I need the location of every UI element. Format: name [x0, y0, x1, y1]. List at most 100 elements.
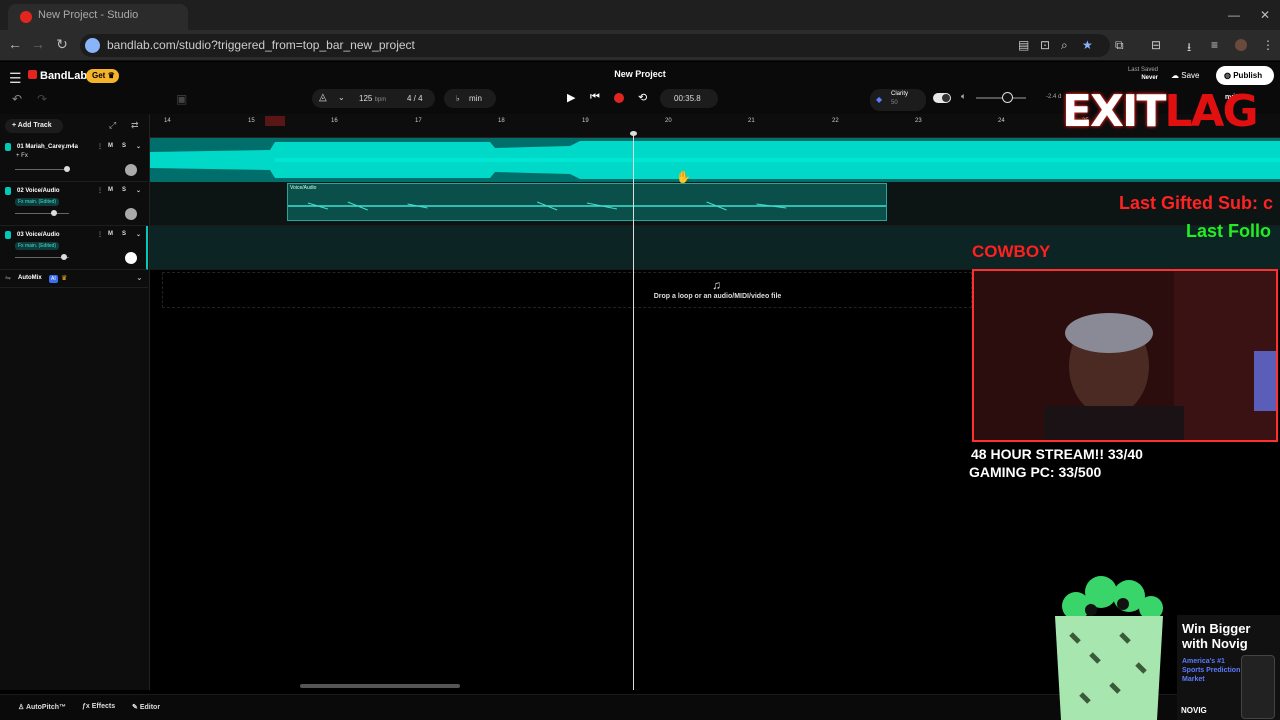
master-volume-slider[interactable]	[976, 97, 1026, 99]
chevron-down-icon[interactable]: ⌄	[136, 273, 143, 282]
bandlab-logo[interactable]: BandLab	[28, 70, 87, 82]
track-header-3[interactable]: 03 Voice/Audio ⋮ M S ⌄ Fx main. (Edited)	[0, 226, 148, 270]
media-icon[interactable]: ≡	[1211, 38, 1218, 52]
profile-avatar[interactable]	[1235, 39, 1247, 51]
install-app-icon[interactable]: ⊡	[1040, 38, 1050, 52]
mic-icon	[5, 231, 11, 239]
fader-handle[interactable]	[51, 210, 57, 216]
project-title[interactable]: New Project	[560, 69, 720, 79]
speaker-icon[interactable]: 🔈︎	[961, 91, 966, 102]
cloud-icon: ☁	[1171, 71, 1179, 80]
music-note-icon: ♫	[712, 278, 721, 292]
browser-tab[interactable]: New Project - Studio	[8, 4, 188, 30]
add-track-button[interactable]: + Add Track	[5, 119, 63, 133]
clarity-toggle[interactable]	[933, 93, 951, 103]
autopitch-button[interactable]: ♙ AutoPitch™	[18, 703, 66, 711]
last-saved-status: Last Saved Never	[1127, 67, 1158, 81]
playhead[interactable]	[633, 133, 634, 690]
skip-to-start-icon[interactable]: ⏮	[590, 91, 600, 104]
globe-icon: ◍	[1224, 71, 1231, 80]
extensions-icon[interactable]: ⧉	[1115, 38, 1124, 53]
undo-icon[interactable]: ↶	[12, 92, 22, 106]
back-icon[interactable]: ←	[6, 36, 24, 52]
reload-icon[interactable]: ↻	[53, 36, 71, 53]
solo-button[interactable]: S	[122, 187, 126, 193]
loop-icon[interactable]: ⟲	[638, 91, 647, 104]
track-lane-3[interactable]	[150, 226, 1280, 270]
track-volume-fader[interactable]	[15, 169, 69, 170]
audio-clip-mariah-carey[interactable]	[150, 138, 1280, 182]
pencil-icon: ✎	[132, 704, 138, 711]
wand-icon[interactable]: ⤢	[109, 120, 116, 131]
automix-row[interactable]: ⇋ AutoMix AI ♛ ⌄	[0, 270, 148, 288]
drop-zone-text: Drop a loop or an audio/MIDI/video file	[653, 293, 782, 300]
redo-icon[interactable]: ↷	[37, 92, 47, 106]
solo-button[interactable]: S	[122, 143, 126, 149]
track-header-2[interactable]: 02 Voice/Audio ⋮ M S ⌄ Fx main. (Edited)	[0, 182, 148, 226]
close-window-icon[interactable]: ✕	[1260, 8, 1270, 22]
tempo-controls: ◬ ⌄ 125 bpm 4 / 4	[312, 89, 435, 108]
get-membership-button[interactable]: Get ♛	[86, 69, 119, 83]
novig-ad[interactable]: Win Bigger with Novig America's #1 Sports…	[1177, 615, 1280, 720]
tab-search-icon[interactable]: ⊟	[1151, 38, 1161, 52]
bpm-value[interactable]: 125 bpm	[359, 94, 386, 103]
publish-button[interactable]: ◍ Publish	[1216, 66, 1274, 85]
track-volume-fader[interactable]	[15, 213, 69, 214]
audio-clip-voice[interactable]: Voice/Audio	[287, 183, 887, 221]
grab-cursor-icon: ✋	[676, 170, 691, 184]
mute-button[interactable]: M	[108, 187, 113, 193]
chevron-down-icon[interactable]: ⌄	[136, 143, 141, 150]
fader-handle[interactable]	[61, 254, 67, 260]
clarity-control[interactable]: ◆ Clarity 50	[870, 89, 926, 111]
browser-menu-icon[interactable]: ⋮	[1262, 38, 1274, 52]
track-settings-icon[interactable]: ⇄	[131, 120, 139, 131]
editor-button[interactable]: ✎ Editor	[132, 703, 160, 711]
track-menu-icon[interactable]: ⋮	[97, 187, 103, 194]
forward-icon[interactable]: →	[29, 36, 47, 52]
metronome-icon[interactable]: ◬	[319, 92, 327, 103]
bar-number: 19	[582, 118, 589, 124]
key-selector[interactable]: ♭ min	[444, 89, 496, 108]
metronome-dropdown-icon[interactable]: ⌄	[338, 93, 345, 102]
track-header-1[interactable]: 01 Mariah_Carey.m4a ⋮ M S ⌄ + Fx	[0, 138, 148, 182]
time-signature[interactable]: 4 / 4	[407, 94, 423, 103]
fx-preset-tag[interactable]: Fx main. (Edited)	[15, 242, 60, 250]
master-volume-knob[interactable]	[1002, 92, 1013, 103]
mute-button[interactable]: M	[108, 231, 113, 237]
record-button[interactable]	[614, 93, 624, 103]
download-icon[interactable]: ⭳	[1187, 38, 1191, 59]
bar-number: 21	[748, 118, 755, 124]
address-bar[interactable]: bandlab.com/studio?triggered_from=top_ba…	[80, 34, 1110, 57]
solo-button[interactable]: S	[122, 231, 126, 237]
track-menu-icon[interactable]: ⋮	[97, 231, 103, 238]
play-icon[interactable]: ▶	[567, 91, 575, 104]
save-button[interactable]: ☁ Save	[1165, 67, 1210, 84]
pan-knob[interactable]	[125, 164, 137, 176]
fader-handle[interactable]	[64, 166, 70, 172]
minimize-icon[interactable]: —	[1228, 8, 1240, 22]
chevron-down-icon[interactable]: ⌄	[136, 187, 141, 194]
horizontal-scrollbar[interactable]	[300, 684, 460, 688]
hamburger-menu-icon[interactable]: ☰	[9, 70, 22, 87]
mute-button[interactable]: M	[108, 143, 113, 149]
crown-icon: ♛	[107, 71, 115, 80]
add-fx-button[interactable]: + Fx	[16, 153, 28, 159]
key-icon: ♭	[456, 94, 460, 103]
bookmark-star-icon[interactable]: ★	[1082, 38, 1093, 52]
chevron-down-icon[interactable]: ⌄	[136, 231, 141, 238]
loop-region-marker[interactable]	[265, 116, 285, 126]
zoom-icon[interactable]: ⌕	[1061, 38, 1068, 53]
pan-knob[interactable]	[125, 208, 137, 220]
reader-icon[interactable]: ▤	[1018, 38, 1029, 52]
effects-button[interactable]: ƒx Effects	[82, 703, 115, 710]
track-menu-icon[interactable]: ⋮	[97, 143, 103, 150]
playhead-handle[interactable]	[630, 131, 637, 136]
fx-preset-tag[interactable]: Fx main. (Edited)	[15, 198, 60, 206]
bandlab-logo-icon	[28, 70, 37, 79]
drop-zone[interactable]	[162, 272, 972, 308]
site-info-icon[interactable]	[85, 38, 100, 53]
metronome-toggle-icon[interactable]: ▣	[176, 92, 187, 106]
phone-image	[1241, 655, 1275, 719]
waveform	[288, 201, 886, 211]
pan-knob[interactable]	[125, 252, 137, 264]
